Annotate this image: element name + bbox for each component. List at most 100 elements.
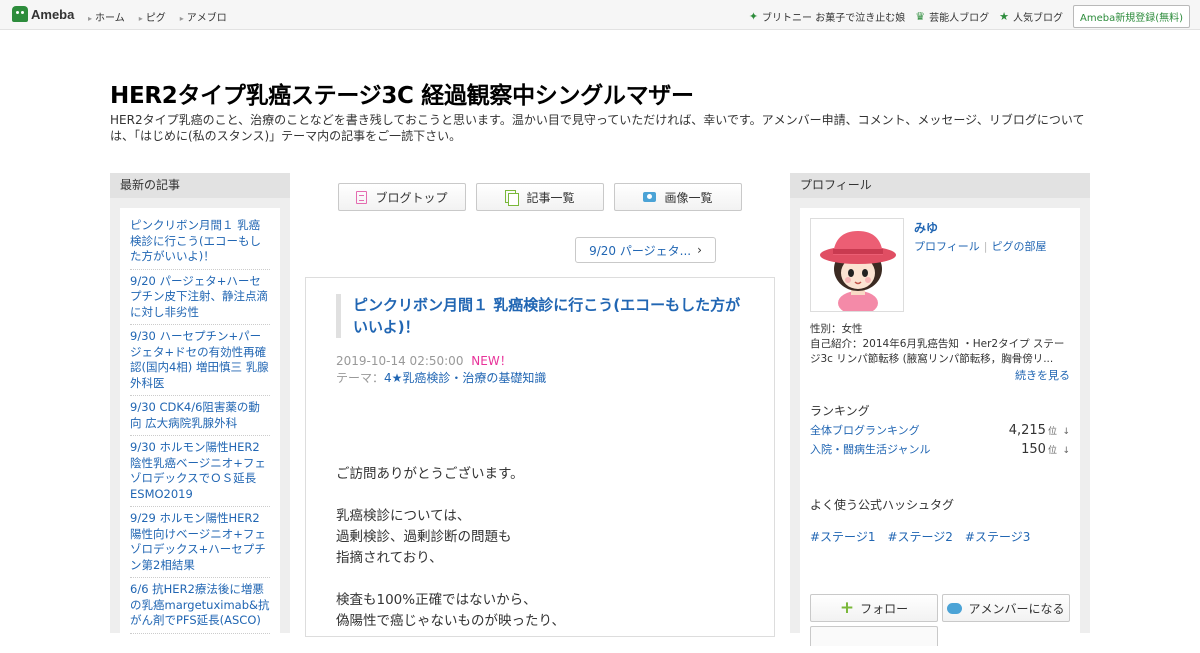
hashtag-link[interactable]: #ステージ3	[965, 528, 1030, 545]
latest-article-item[interactable]: 9/29 ホルモン陽性HER2陽性向けベージニオ+フェゾロデックス+ハーセプチン…	[130, 507, 270, 578]
hashtag-link[interactable]: #ステージ1	[810, 528, 875, 545]
blog-top-label: ブログトップ	[375, 190, 448, 205]
image-list-button[interactable]: 画像一覧	[614, 183, 742, 211]
ranking-row: 全体ブログランキング 4,215 位 ↓	[810, 422, 1070, 438]
document-icon	[356, 190, 368, 204]
chevron-right-icon: ›	[697, 243, 702, 257]
amember-label: アメンバーになる	[968, 601, 1065, 616]
celebrity-blog-label: 芸能人ブログ	[929, 13, 990, 24]
theme-label: テーマ：	[336, 371, 385, 385]
latest-article-item[interactable]: 9/30 ホルモン陽性HER2陰性乳癌ベージニオ+フェゾロデックスでＯＳ延長 E…	[130, 436, 270, 507]
body-line: 過剰検診、過剰診断の問題も	[336, 529, 512, 545]
header-right: ✦ ブリトニー お菓子で泣き止む娘 ♛ 芸能人ブログ ★ 人気ブログ Ameba…	[749, 5, 1200, 28]
profile-intro: 自己紹介：2014年6月乳癌告知 ・Her2タイプ ステージ3c リンパ節転移 …	[810, 338, 1065, 365]
ranking-name[interactable]: 全体ブログランキング	[810, 422, 920, 438]
latest-article-item[interactable]: 6/6 抗HER2療法後に増悪の乳癌margetuximab&抗がん剤でPFS延…	[130, 578, 270, 634]
ranking-row: 入院・闘病生活ジャンル 150 位 ↓	[810, 441, 1070, 457]
article-title[interactable]: ピンクリボン月間１ 乳癌検診に行こう(エコーもした方がいいよ)！	[336, 294, 746, 338]
ranking-heading: ランキング	[810, 404, 870, 418]
profile-link[interactable]: プロフィール	[914, 240, 980, 253]
hashtag-list: #ステージ1 #ステージ2 #ステージ3	[810, 528, 1030, 545]
partial-button[interactable]	[810, 626, 938, 646]
image-list-label: 画像一覧	[664, 190, 713, 205]
trend-down-icon: ↓	[1062, 446, 1070, 456]
nav-pigg-link[interactable]: ピグ	[139, 9, 166, 24]
profile-name[interactable]: みゆ	[914, 219, 938, 236]
article-body: ご訪問ありがとうございます。 乳癌検診については、 過剰検診、過剰診断の問題も …	[336, 464, 746, 653]
latest-articles-heading: 最新の記事	[110, 173, 290, 198]
article-list-button[interactable]: 記事一覧	[476, 183, 604, 211]
ranking-unit: 位	[1047, 446, 1057, 456]
next-article-label: 9/20 パージェタ...	[589, 243, 692, 258]
ameba-logo-text: Ameba	[31, 6, 75, 22]
theme-link[interactable]: 4★乳癌検診・治療の基礎知識	[384, 371, 546, 385]
ranking-value: 4,215	[1008, 423, 1046, 438]
speech-bubble-icon	[947, 602, 963, 614]
pickup-blog-label: ブリトニー お菓子で泣き止む娘	[762, 13, 906, 24]
crown-icon: ♛	[915, 10, 926, 23]
article-list-label: 記事一覧	[526, 190, 575, 205]
next-article-button[interactable]: 9/20 パージェタ... ›	[575, 237, 716, 263]
ameba-logo[interactable]: Ameba	[12, 6, 74, 22]
avatar[interactable]	[810, 218, 904, 312]
latest-article-item[interactable]: 9/30 CDK4/6阻害薬の動向 広大病院乳腺外科	[130, 396, 270, 436]
plus-icon: +	[839, 597, 855, 618]
latest-articles-list: ピンクリボン月間１ 乳癌検診に行こう(エコーもした方がいいよ)！ 9/20 パー…	[120, 208, 280, 638]
new-badge: NEW！	[471, 354, 512, 368]
body-paragraph: 乳癌検診については、 過剰検診、過剰診断の問題も 指摘されており、	[336, 506, 746, 569]
sparkle-icon: ✦	[748, 10, 759, 23]
header-nav: ホーム ピグ アメブロ	[88, 9, 227, 24]
body-line: 乳癌検診については、	[336, 508, 471, 524]
pigg-room-link[interactable]: ピグの部屋	[992, 240, 1047, 253]
global-header: Ameba ホーム ピグ アメブロ ✦ ブリトニー お菓子で泣き止む娘 ♛ 芸能…	[0, 0, 1200, 30]
read-more-link[interactable]: 続きを見る	[1015, 367, 1070, 383]
popular-blog-label: 人気ブログ	[1012, 13, 1063, 24]
profile-links: プロフィール | ピグの部屋	[914, 238, 1047, 254]
avatar-illustration	[811, 219, 903, 311]
latest-article-item[interactable]: 9/20 パージェタ+ハーセプチン皮下注射、静注点滴に対し非劣性	[130, 270, 270, 325]
profile-card: みゆ プロフィール | ピグの部屋 性別：女性 自己紹介：2014年6月乳癌告知 ・…	[800, 208, 1080, 646]
follow-button[interactable]: + フォロー	[810, 594, 938, 622]
article-date: 2019-10-14 02:50:00	[336, 354, 464, 368]
celebrity-blog-link[interactable]: ♛ 芸能人ブログ	[915, 9, 989, 24]
blog-title[interactable]: HER2タイプ乳癌ステージ3C 経過観察中シングルマザー	[110, 76, 694, 110]
ranking-value-group: 150 位 ↓	[1021, 442, 1070, 457]
copy-list-icon	[505, 190, 520, 206]
nav-ameblo-link[interactable]: アメブロ	[180, 9, 227, 24]
ameba-logo-icon	[12, 6, 28, 22]
body-paragraph: ご訪問ありがとうございます。	[336, 466, 524, 482]
profile-heading: プロフィール	[790, 173, 1090, 198]
follow-actions: + フォロー アメンバーになる	[810, 594, 1070, 622]
body-line: 偽陽性で癌じゃないものが映ったり、	[336, 613, 565, 629]
blog-nav: ブログトップ 記事一覧 画像一覧	[338, 183, 742, 211]
latest-article-item[interactable]: ピンクリボン月間１ 乳癌検診に行こう(エコーもした方がいいよ)！	[130, 214, 270, 270]
hashtag-link[interactable]: #ステージ2	[887, 528, 952, 545]
article-theme: テーマ：4★乳癌検診・治療の基礎知識	[336, 369, 546, 386]
follow-label: フォロー	[860, 601, 909, 616]
star-icon: ★	[999, 10, 1009, 23]
body-paragraph: 検査も100%正確ではないから、 偽陽性で癌じゃないものが映ったり、	[336, 590, 746, 632]
article-meta: 2019-10-14 02:50:00 NEW！	[336, 352, 512, 369]
latest-articles-panel: 最新の記事 ピンクリボン月間１ 乳癌検診に行こう(エコーもした方がいいよ)！ 9…	[110, 173, 290, 638]
body-line: 検査も100%正確ではないから、	[336, 592, 537, 608]
ranking-value: 150	[1021, 442, 1046, 457]
profile-panel: プロフィール みゆ プロフィール | ピグの部屋 性別：女性 自己紹介：2014…	[790, 173, 1090, 646]
blog-description: HER2タイプ乳癌のこと、治療のことなどを書き残しておこうと思います。温かい目で…	[110, 113, 1085, 143]
trend-down-icon: ↓	[1062, 427, 1070, 437]
article: ピンクリボン月間１ 乳癌検診に行こう(エコーもした方がいいよ)！ 2019-10…	[305, 277, 775, 637]
ranking-unit: 位	[1047, 427, 1057, 437]
register-button[interactable]: Ameba新規登録(無料)	[1072, 5, 1190, 28]
body-line: 指摘されており、	[336, 550, 443, 566]
blog-top-button[interactable]: ブログトップ	[338, 183, 466, 211]
camera-icon	[643, 192, 657, 202]
nav-home-link[interactable]: ホーム	[88, 9, 125, 24]
hashtag-heading: よく使う公式ハッシュタグ	[810, 498, 955, 512]
latest-article-item[interactable]: 9/30 ハーセプチン+パージェタ+ドセの有効性再確認(国内4相) 増田慎三 乳…	[130, 325, 270, 396]
divider: |	[983, 240, 988, 253]
ranking-name[interactable]: 入院・闘病生活ジャンル	[810, 441, 930, 457]
amember-button[interactable]: アメンバーになる	[942, 594, 1070, 622]
ranking-value-group: 4,215 位 ↓	[1009, 423, 1070, 438]
pickup-blog-link[interactable]: ✦ ブリトニー お菓子で泣き止む娘	[749, 9, 905, 24]
popular-blog-link[interactable]: ★ 人気ブログ	[999, 9, 1063, 24]
profile-gender: 性別：女性	[810, 323, 863, 335]
